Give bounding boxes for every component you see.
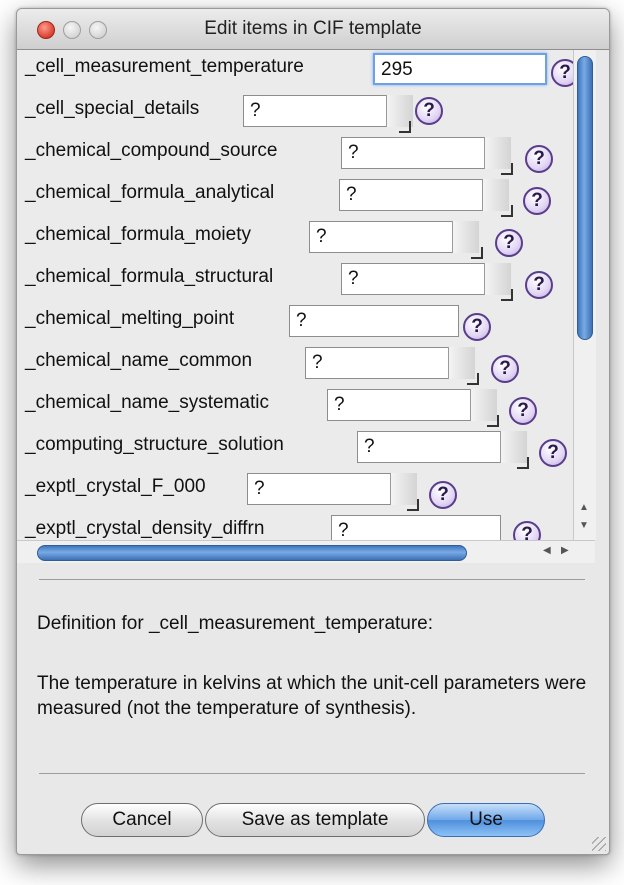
resize-grip-icon[interactable] xyxy=(467,373,479,385)
help-icon[interactable]: ? xyxy=(463,313,491,341)
help-icon[interactable]: ? xyxy=(525,145,553,173)
definition-text: The temperature in kelvins at which the … xyxy=(37,673,587,719)
scroll-left-arrow-icon[interactable]: ◀ xyxy=(543,545,551,556)
use-button[interactable]: Use xyxy=(427,803,545,837)
divider xyxy=(39,773,585,774)
vertical-scroll-thumb[interactable] xyxy=(577,56,593,340)
help-icon[interactable]: ? xyxy=(495,229,523,257)
resize-grip-icon[interactable] xyxy=(517,457,529,469)
horizontal-scroll-thumb[interactable] xyxy=(37,545,467,561)
horizontal-scrollbar[interactable]: ◀ ▶ xyxy=(17,540,595,563)
item-label: _chemical_formula_structural xyxy=(25,266,274,287)
item-value-field[interactable]: ? xyxy=(247,473,417,505)
help-icon[interactable]: ? xyxy=(491,355,519,383)
cancel-button[interactable]: Cancel xyxy=(81,803,203,837)
item-value-field[interactable]: ? xyxy=(327,389,497,421)
item-value-field[interactable]: ? xyxy=(309,221,479,253)
item-value-field[interactable]: ? xyxy=(339,179,509,211)
resize-grip-icon[interactable] xyxy=(407,499,419,511)
resize-grip-icon[interactable] xyxy=(501,163,513,175)
list-item: _chemical_formula_analytical ? ? xyxy=(17,176,573,217)
item-label: _chemical_melting_point xyxy=(25,308,235,329)
item-label: _chemical_formula_analytical xyxy=(25,182,275,203)
list-item: _chemical_name_common ? ? xyxy=(17,344,573,385)
item-label: _exptl_crystal_F_000 xyxy=(25,476,206,497)
scroll-right-arrow-icon[interactable]: ▶ xyxy=(561,545,569,556)
resize-grip-icon[interactable] xyxy=(501,205,513,217)
resize-grip-icon[interactable] xyxy=(487,415,499,427)
list-item: _computing_structure_solution ? ? xyxy=(17,428,573,469)
list-item: _cell_measurement_temperature 295 ? xyxy=(17,50,573,90)
item-label: _chemical_compound_source xyxy=(25,140,278,161)
item-value-field[interactable]: ? xyxy=(331,515,501,540)
item-label: _chemical_name_common xyxy=(25,350,253,371)
item-value-field[interactable]: ? xyxy=(341,137,511,169)
scroll-up-arrow-icon[interactable]: ▲ xyxy=(579,502,589,513)
help-icon[interactable]: ? xyxy=(429,481,457,509)
item-label: _cell_special_details xyxy=(25,98,200,119)
list-item: _cell_special_details ? ? xyxy=(17,92,573,133)
resize-grip-icon[interactable] xyxy=(501,289,513,301)
item-value-field[interactable]: ? xyxy=(243,95,413,127)
divider xyxy=(39,579,585,580)
item-label: _computing_structure_solution xyxy=(25,434,284,455)
item-list: _cell_measurement_temperature 295 ? _cel… xyxy=(17,50,573,540)
list-item: _chemical_formula_structural ? ? xyxy=(17,260,573,301)
item-label: _chemical_formula_moiety xyxy=(25,224,251,245)
resize-grip-icon[interactable] xyxy=(592,837,606,851)
list-item: _chemical_compound_source ? ? xyxy=(17,134,573,175)
list-item: _exptl_crystal_F_000 ? ? xyxy=(17,470,573,511)
list-item: _chemical_melting_point ? ? xyxy=(17,302,573,342)
help-icon[interactable]: ? xyxy=(513,521,541,540)
resize-grip-icon[interactable] xyxy=(399,121,411,133)
help-icon[interactable]: ? xyxy=(539,439,567,467)
help-icon[interactable]: ? xyxy=(523,187,551,215)
help-icon[interactable]: ? xyxy=(525,271,553,299)
item-value-field[interactable]: ? xyxy=(289,305,459,337)
title-bar[interactable]: Edit items in CIF template xyxy=(17,9,609,50)
save-as-template-button[interactable]: Save as template xyxy=(205,803,425,837)
item-label: _exptl_crystal_density_diffrn xyxy=(25,518,265,539)
item-value-field[interactable]: ? xyxy=(357,431,527,463)
vertical-scrollbar[interactable]: ▲ ▼ xyxy=(573,50,596,540)
scroll-down-arrow-icon[interactable]: ▼ xyxy=(579,520,589,531)
list-item: _chemical_name_systematic ? ? xyxy=(17,386,573,427)
help-icon[interactable]: ? xyxy=(509,397,537,425)
list-item: _exptl_crystal_density_diffrn ? ? xyxy=(17,512,573,540)
dialog-window: Edit items in CIF template _cell_measure… xyxy=(16,8,610,855)
item-label: _chemical_name_systematic xyxy=(25,392,269,413)
resize-grip-icon[interactable] xyxy=(471,247,483,259)
list-item: _chemical_formula_moiety ? ? xyxy=(17,218,573,259)
definition-heading: Definition for _cell_measurement_tempera… xyxy=(37,613,434,634)
help-icon[interactable]: ? xyxy=(551,59,573,87)
item-label: _cell_measurement_temperature xyxy=(25,56,304,77)
item-value-field[interactable]: ? xyxy=(305,347,475,379)
help-icon[interactable]: ? xyxy=(415,97,443,125)
item-value-field[interactable]: 295 xyxy=(373,53,547,85)
window-title: Edit items in CIF template xyxy=(204,18,422,39)
item-value-field[interactable]: ? xyxy=(341,263,511,295)
